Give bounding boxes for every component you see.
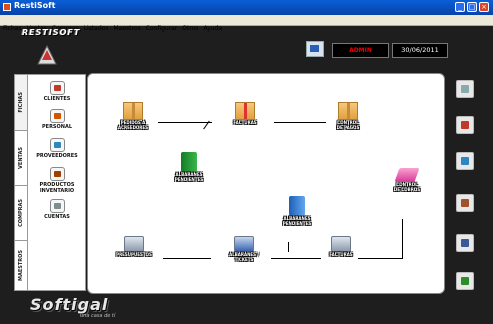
node-label: FACTURAS — [233, 120, 257, 125]
footer-tagline: una casa de tí — [80, 313, 116, 319]
window-title: RestiSoft — [14, 1, 56, 10]
staff-icon — [49, 109, 65, 123]
node-label: ALBARANES PENDIENTES — [174, 172, 204, 182]
menu-ayuda[interactable]: Ayuda — [201, 24, 225, 33]
footer-logo: Softigal — [30, 295, 109, 314]
menu-fichas[interactable]: Fichas — [0, 24, 24, 33]
node-label: PEDIDOS A ACREEDORES — [118, 120, 148, 130]
book-button[interactable] — [456, 194, 474, 212]
sidebar-item-clientes[interactable]: CLIENTES — [29, 81, 85, 102]
node-pedidos[interactable]: PEDIDOS A ACREEDORES — [108, 102, 158, 130]
clients-icon — [49, 81, 65, 95]
exit-button[interactable] — [456, 272, 474, 290]
green-book-icon — [181, 152, 197, 172]
menu-maestros[interactable]: Maestros — [110, 24, 142, 33]
box-icon — [123, 102, 143, 120]
node-label: ALBARANES PENDIENTES — [282, 216, 312, 226]
tab-maestros-label: MAESTROS — [18, 249, 24, 281]
sidebar-item-personal[interactable]: PERSONAL — [29, 109, 85, 130]
menu-bar: Fichas Ventas Compras Listados Maestros Confi… — [0, 15, 493, 32]
exit-icon — [461, 277, 469, 285]
blue-book-icon — [289, 196, 305, 216]
calendar-icon — [461, 121, 469, 129]
maximize-button[interactable]: □ — [467, 2, 477, 12]
sidebar-item-label: CLIENTES — [43, 96, 71, 102]
book-icon — [461, 199, 469, 207]
tab-fichas[interactable]: FICHAS — [15, 75, 27, 131]
sidebar: FICHAS VENTAS COMPRAS MAESTROS CLIENTES … — [14, 74, 86, 291]
flow-arrow — [288, 242, 289, 252]
flow-arrow — [163, 258, 211, 259]
sidebar-item-label: PROVEEDORES — [36, 153, 78, 159]
notepad-icon — [461, 157, 469, 165]
printer-icon — [461, 239, 469, 247]
node-facturas-compra[interactable]: FACTURAS — [220, 102, 270, 125]
sidebar-item-label: CUENTAS — [44, 214, 70, 220]
workflow-canvas: PEDIDOS A ACREEDORES FACTURAS CONTROL DE… — [87, 73, 445, 294]
tab-maestros[interactable]: MAESTROS — [15, 240, 27, 290]
node-label: PRESUPUESTOS — [116, 252, 152, 257]
flow-arrow — [402, 219, 403, 259]
sidebar-tabs: FICHAS VENTAS COMPRAS MAESTROS — [15, 75, 28, 290]
node-facturas-venta[interactable]: FACTURAS — [316, 236, 366, 257]
pen-documents-icon — [234, 236, 254, 252]
app-window: RestiSoft _ □ × Fichas Ventas Compras Lista… — [0, 0, 493, 324]
box-icon — [235, 102, 255, 120]
tab-ventas[interactable]: VENTAS — [15, 130, 27, 186]
menu-otros[interactable]: Otros — [179, 24, 200, 33]
calendar-button[interactable] — [456, 116, 474, 134]
sidebar-item-productos[interactable]: PRODUCTOS INVENTARIO — [29, 167, 85, 194]
node-label: FACTURAS — [329, 252, 353, 257]
node-albaranes-pendientes-venta[interactable]: ALBARANES PENDIENTES — [272, 196, 322, 226]
node-control-cobros[interactable]: CONTROL DE COBROS — [382, 168, 432, 192]
tab-ventas-label: VENTAS — [18, 146, 24, 169]
tab-compras-label: COMPRAS — [18, 198, 24, 227]
notepad-button[interactable] — [456, 152, 474, 170]
search-icon — [461, 85, 469, 93]
node-albaranes-tickets[interactable]: ALBARANES / TICKETS — [216, 236, 272, 262]
current-date: 30/06/2011 — [392, 43, 448, 58]
app-icon — [3, 3, 11, 11]
node-label: CONTROL DE COBROS — [393, 182, 421, 192]
node-presupuestos[interactable]: PRESUPUESTOS — [106, 236, 162, 257]
node-albaranes-pendientes-compra[interactable]: ALBARANES PENDIENTES — [164, 152, 214, 182]
node-label: ALBARANES / TICKETS — [229, 252, 259, 262]
title-bar: RestiSoft _ □ × — [0, 0, 493, 15]
flow-arrow — [158, 122, 212, 123]
sidebar-item-proveedores[interactable]: PROVEEDORES — [29, 138, 85, 159]
mascot-icon — [37, 44, 57, 65]
pink-book-icon — [394, 168, 420, 182]
flow-arrow — [274, 122, 326, 123]
close-button[interactable]: × — [479, 2, 489, 12]
tab-fichas-label: FICHAS — [18, 92, 24, 113]
flow-arrow — [358, 258, 402, 259]
sidebar-item-cuentas[interactable]: CUENTAS — [29, 199, 85, 220]
documents-icon — [124, 236, 144, 252]
sidebar-item-label: PRODUCTOS INVENTARIO — [39, 182, 75, 194]
node-control-pagos[interactable]: CONTROL DE PAGOS — [323, 102, 373, 130]
tab-compras[interactable]: COMPRAS — [15, 185, 27, 241]
suppliers-icon — [49, 138, 65, 152]
products-icon — [49, 167, 65, 181]
sidebar-item-label: PERSONAL — [41, 124, 73, 130]
current-user: ADMIN — [332, 43, 389, 58]
printer-button[interactable] — [456, 234, 474, 252]
menu-listados[interactable]: Listados — [81, 24, 111, 33]
user-monitor-icon[interactable] — [306, 41, 324, 57]
minimize-button[interactable]: _ — [455, 2, 465, 12]
top-logo: RESTISOFT — [22, 28, 81, 37]
invoice-icon — [331, 236, 351, 252]
accounts-icon — [49, 199, 65, 213]
flow-arrow — [271, 258, 321, 259]
menu-configurar[interactable]: Configurar — [143, 24, 180, 33]
box-icon — [338, 102, 358, 120]
search-button[interactable] — [456, 80, 474, 98]
node-label: CONTROL DE PAGOS — [336, 120, 360, 130]
